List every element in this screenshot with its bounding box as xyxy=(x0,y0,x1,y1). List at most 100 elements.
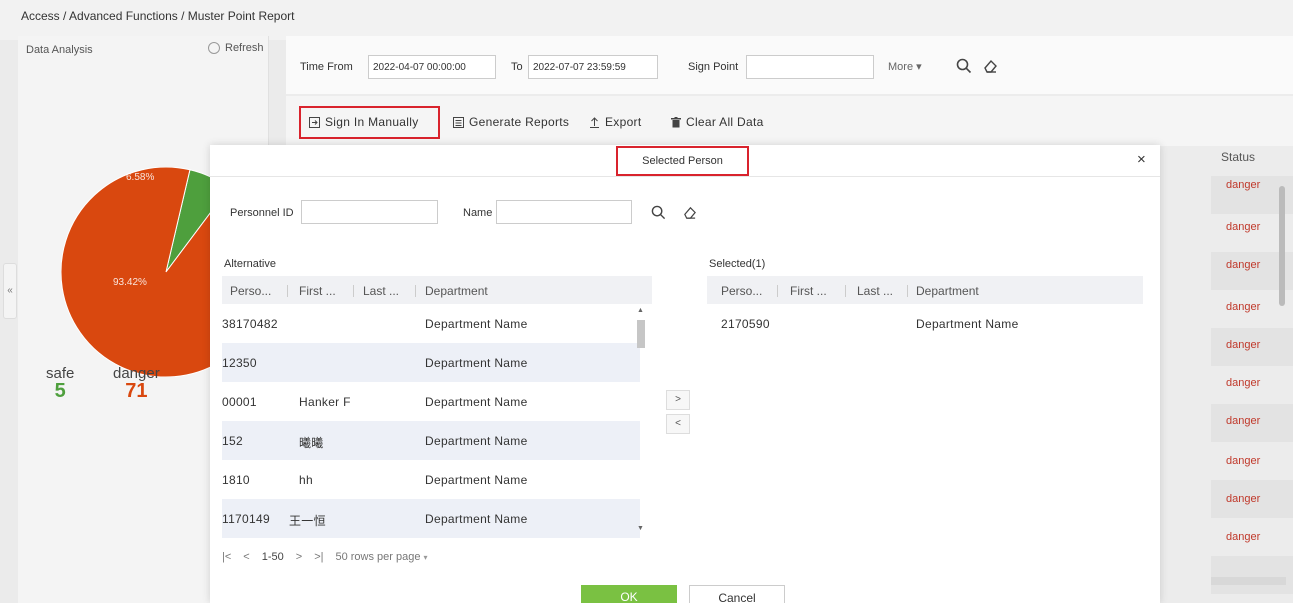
col-header-last[interactable]: Last ... xyxy=(857,284,893,298)
personnel-id-input[interactable] xyxy=(301,200,438,224)
export-icon xyxy=(590,116,599,128)
cancel-button[interactable]: Cancel xyxy=(689,585,785,603)
col-header-first[interactable]: First ... xyxy=(790,284,827,298)
sign-point-input[interactable] xyxy=(746,55,874,79)
collapse-panel-button[interactable]: « xyxy=(3,263,17,319)
action-toolbar: Sign In Manually Generate Reports Export… xyxy=(286,96,1293,146)
status-cell: danger xyxy=(1226,259,1261,271)
search-icon xyxy=(651,205,665,219)
table-horizontal-scrollbar[interactable] xyxy=(1211,577,1286,585)
pie-label-safe: 6.58% xyxy=(126,172,155,183)
legend-safe-count: 5 xyxy=(54,380,66,402)
col-header-department[interactable]: Department xyxy=(425,284,488,298)
col-header-first[interactable]: First ... xyxy=(299,284,336,298)
cell-first-name: Hanker F xyxy=(299,395,351,409)
page-range: 1-50 xyxy=(261,551,284,563)
move-left-button[interactable]: < xyxy=(666,414,690,434)
column-separator xyxy=(353,285,354,297)
rows-per-page-label: 50 rows per page xyxy=(335,551,421,563)
generate-reports-button[interactable]: Generate Reports xyxy=(453,115,569,129)
cell-department: Department Name xyxy=(425,317,528,331)
column-separator xyxy=(287,285,288,297)
col-header-personnel[interactable]: Perso... xyxy=(230,284,271,298)
selected-count-label: Selected(1) xyxy=(709,258,766,270)
cell-department: Department Name xyxy=(425,512,528,526)
alternative-row[interactable]: 152 曦曦 Department Name xyxy=(222,421,640,460)
filter-bar: Time From To Sign Point More ▾ xyxy=(286,36,1293,94)
legend-danger-count: 71 xyxy=(125,380,148,402)
trash-icon xyxy=(671,116,681,127)
clear-filter-button[interactable] xyxy=(976,52,1004,80)
search-icon xyxy=(956,58,972,74)
cell-personnel-id: 1170149 xyxy=(222,512,270,526)
name-input[interactable] xyxy=(496,200,632,224)
status-cell: danger xyxy=(1226,301,1261,313)
time-to-input[interactable] xyxy=(528,55,658,79)
col-header-last[interactable]: Last ... xyxy=(363,284,399,298)
dialog-clear-button[interactable] xyxy=(675,198,703,226)
clear-all-data-button[interactable]: Clear All Data xyxy=(671,115,764,129)
prev-page-button[interactable]: < xyxy=(243,551,249,563)
sign-point-label: Sign Point xyxy=(688,61,739,73)
status-cell: danger xyxy=(1226,493,1261,505)
cell-personnel-id: 152 xyxy=(222,434,243,448)
refresh-label: Refresh xyxy=(225,42,264,54)
col-header-personnel[interactable]: Perso... xyxy=(721,284,762,298)
cell-personnel-id: 2170590 xyxy=(721,317,770,331)
alternative-row[interactable]: 1170149 王一恒 Department Name xyxy=(222,499,640,538)
cell-department: Department Name xyxy=(425,395,528,409)
chevron-down-icon: ▾ xyxy=(423,553,428,562)
report-icon xyxy=(453,116,464,128)
selected-row[interactable]: 2170590 Department Name xyxy=(721,304,1141,343)
scroll-down-icon[interactable]: ▼ xyxy=(637,525,644,532)
alternative-scrollbar[interactable]: ▲ ▼ xyxy=(635,305,647,537)
table-vertical-scrollbar[interactable] xyxy=(1279,171,1285,591)
eraser-icon xyxy=(984,59,997,73)
clear-all-data-label: Clear All Data xyxy=(686,115,764,129)
column-separator xyxy=(907,285,908,297)
sign-in-icon xyxy=(309,116,320,128)
alternative-grid-header: Perso... First ... Last ... Department xyxy=(222,276,652,304)
alternative-row[interactable]: 1810 hh Department Name xyxy=(222,460,640,499)
move-right-button[interactable]: > xyxy=(666,390,690,410)
next-page-button[interactable]: > xyxy=(296,551,302,563)
cell-personnel-id: 1810 xyxy=(222,473,250,487)
time-from-input[interactable] xyxy=(368,55,496,79)
scroll-thumb[interactable] xyxy=(1279,186,1285,306)
cell-department: Department Name xyxy=(425,356,528,370)
rows-per-page-select[interactable]: 50 rows per page ▾ xyxy=(335,551,427,563)
pagination: |< < 1-50 > >| 50 rows per page ▾ xyxy=(222,551,428,563)
ok-button[interactable]: OK xyxy=(581,585,677,603)
generate-reports-label: Generate Reports xyxy=(469,115,570,129)
more-filters-button[interactable]: More ▾ xyxy=(888,60,922,73)
scroll-thumb[interactable] xyxy=(637,320,645,348)
close-icon[interactable]: × xyxy=(1137,151,1146,168)
cell-personnel-id: 38170482 xyxy=(222,317,278,331)
refresh-icon xyxy=(208,42,220,54)
dialog-search-button[interactable] xyxy=(644,198,672,226)
status-cell: danger xyxy=(1226,221,1261,233)
panel-title: Data Analysis xyxy=(26,44,93,56)
alternative-row[interactable]: 12350 Department Name xyxy=(222,343,640,382)
cell-first-name: 王一恒 xyxy=(289,514,326,528)
first-page-button[interactable]: |< xyxy=(222,551,231,563)
col-header-department[interactable]: Department xyxy=(916,284,979,298)
search-button[interactable] xyxy=(950,52,978,80)
last-page-button[interactable]: >| xyxy=(314,551,323,563)
status-cell: danger xyxy=(1226,531,1261,543)
cell-department: Department Name xyxy=(425,473,528,487)
legend-safe: safe 5 xyxy=(46,365,74,403)
cell-first-name: hh xyxy=(299,473,313,487)
status-cell: danger xyxy=(1226,415,1261,427)
sign-in-manually-button[interactable]: Sign In Manually xyxy=(309,115,419,129)
refresh-button[interactable]: Refresh xyxy=(208,42,264,54)
column-separator xyxy=(845,285,846,297)
export-button[interactable]: Export xyxy=(589,115,641,129)
alternative-row[interactable]: 00001 Hanker F Department Name xyxy=(222,382,640,421)
status-cell: danger xyxy=(1226,179,1261,191)
status-header: Status xyxy=(1221,150,1256,164)
alternative-row[interactable]: 38170482 Department Name xyxy=(222,304,640,343)
eraser-icon xyxy=(683,206,696,219)
time-from-label: Time From xyxy=(300,61,353,73)
scroll-up-icon[interactable]: ▲ xyxy=(637,307,644,314)
